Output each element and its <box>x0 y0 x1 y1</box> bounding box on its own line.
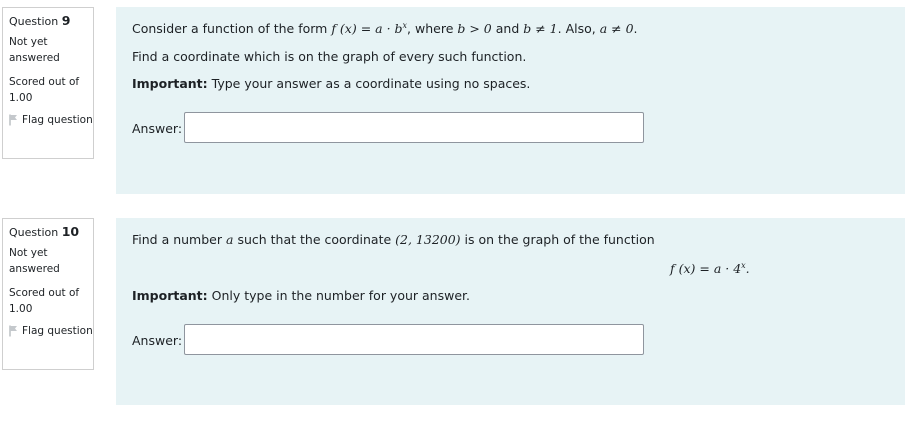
condition-a-not-zero: a ≠ 0 <box>599 21 634 36</box>
text-also: . Also, <box>557 21 596 36</box>
important-text: Type your answer as a coordinate using n… <box>211 76 531 91</box>
flag-question-button[interactable]: Flag question <box>9 112 93 128</box>
formula-base: f (x) = a · b <box>331 21 403 36</box>
question-grade: Scored out of 1.00 <box>9 76 80 104</box>
coordinate: (2, 13200) <box>395 232 461 247</box>
important-note: Important: Type your answer as a coordin… <box>132 76 530 91</box>
text-and: and <box>495 21 520 36</box>
text-such-that: such that the coordinate <box>237 232 392 247</box>
text-intro: Consider a function of the form <box>132 21 328 36</box>
question-info-9: Question 9 Not yet answered Scored out o… <box>2 7 94 159</box>
question-text-line-2: Find a coordinate which is on the graph … <box>132 49 527 64</box>
formula-base: f (x) = a · 4 <box>670 261 742 276</box>
condition-b-not-one: b ≠ 1 <box>523 21 558 36</box>
flag-label: Flag question <box>22 114 93 126</box>
question-text-line-1: Find a number a such that the coordinate… <box>132 232 655 247</box>
flag-label: Flag question <box>22 325 93 337</box>
text-where: , where <box>407 21 454 36</box>
text-find: Find a number <box>132 232 223 247</box>
flag-question-button[interactable]: Flag question <box>9 323 93 339</box>
text-on-graph: is on the graph of the function <box>464 232 655 247</box>
question-number: Question 9 <box>9 13 93 30</box>
flag-icon <box>9 114 17 126</box>
question-text-line-1: Consider a function of the form f (x) = … <box>132 21 638 36</box>
question-content-10: Find a number a such that the coordinate… <box>116 218 905 405</box>
flag-icon <box>9 325 17 337</box>
formula: f (x) = a · 4x <box>670 261 746 276</box>
text-end: . <box>633 21 638 36</box>
question-label: Question <box>9 15 59 28</box>
question-number-value: 9 <box>61 13 71 28</box>
condition-b-positive: b > 0 <box>457 21 492 36</box>
question-info-10: Question 10 Not yet answered Scored out … <box>2 218 94 370</box>
important-label: Important: <box>132 76 208 91</box>
question-content-9: Consider a function of the form f (x) = … <box>116 7 905 194</box>
formula-display: f (x) = a · 4x. <box>670 261 750 276</box>
question-state: Not yet answered <box>9 36 60 64</box>
important-text: Only type in the number for your answer. <box>211 288 470 303</box>
formula-end: . <box>745 261 750 276</box>
question-number-value: 10 <box>61 224 80 239</box>
important-label: Important: <box>132 288 208 303</box>
formula: f (x) = a · bx <box>331 21 407 36</box>
answer-input[interactable] <box>184 112 644 143</box>
question-label: Question <box>9 226 59 239</box>
answer-label: Answer: <box>132 121 183 136</box>
answer-label: Answer: <box>132 333 183 348</box>
question-number: Question 10 <box>9 224 93 241</box>
answer-input[interactable] <box>184 324 644 355</box>
question-state: Not yet answered <box>9 247 60 275</box>
variable-a: a <box>226 232 234 247</box>
question-grade: Scored out of 1.00 <box>9 287 80 315</box>
important-note: Important: Only type in the number for y… <box>132 288 470 303</box>
